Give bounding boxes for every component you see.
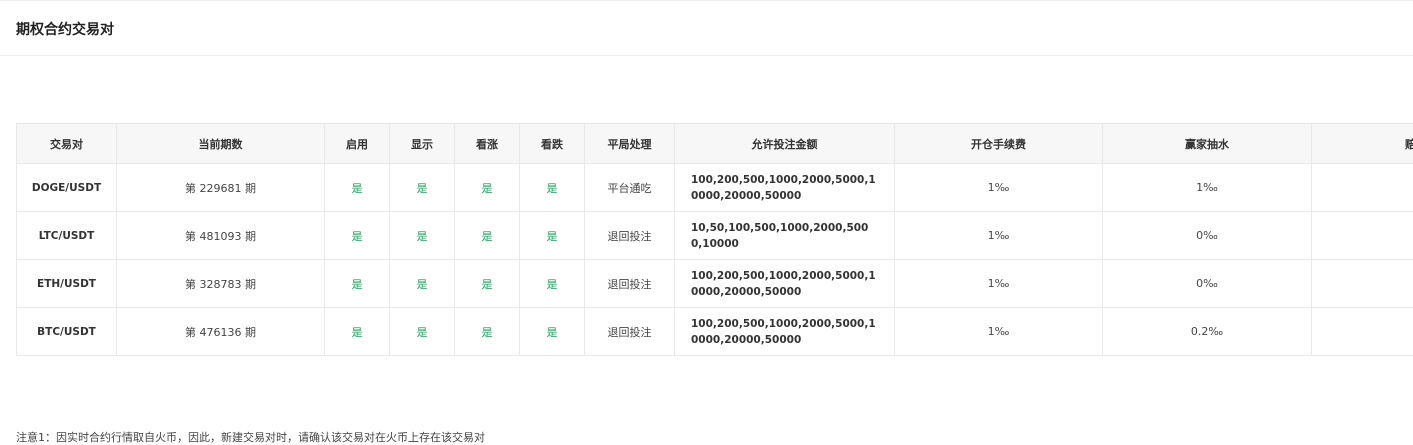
- cell-put: 是: [519, 307, 585, 356]
- cell-open-fee: 1‰: [894, 211, 1103, 260]
- cell-enabled: 是: [324, 211, 390, 260]
- cell-call: 是: [454, 211, 520, 260]
- col-header-pair: 交易对: [16, 123, 117, 164]
- cell-enabled: 是: [324, 163, 390, 212]
- table-row: LTC/USDT 第 481093 期 是 是 是 是 退回投注 10,50,1…: [16, 211, 1413, 260]
- trading-pairs-table: 交易对 当前期数 启用 显示 看涨 看跌 平局处理 允许投注金额 开仓手续费 赢…: [16, 123, 1413, 356]
- col-header-open-fee: 开仓手续费: [894, 123, 1103, 164]
- cell-call: 是: [454, 307, 520, 356]
- cell-pair: BTC/USDT: [16, 307, 117, 356]
- cell-draw: 退回投注: [584, 307, 675, 356]
- cell-pair: LTC/USDT: [16, 211, 117, 260]
- cell-extra: [1311, 307, 1413, 356]
- cell-open-fee: 1‰: [894, 259, 1103, 308]
- cell-draw: 退回投注: [584, 211, 675, 260]
- footnote: 注意1：因实时合约行情取自火币，因此，新建交易对时，请确认该交易对在火币上存在该…: [16, 431, 485, 444]
- cell-call: 是: [454, 163, 520, 212]
- cell-put: 是: [519, 211, 585, 260]
- cell-extra: [1311, 163, 1413, 212]
- col-header-enabled: 启用: [324, 123, 390, 164]
- cell-pair: ETH/USDT: [16, 259, 117, 308]
- cell-put: 是: [519, 163, 585, 212]
- cell-extra: [1311, 211, 1413, 260]
- cell-extra: [1311, 259, 1413, 308]
- page-title: 期权合约交易对: [16, 22, 114, 38]
- cell-enabled: 是: [324, 307, 390, 356]
- cell-open-fee: 1‰: [894, 163, 1103, 212]
- cell-visible: 是: [389, 211, 455, 260]
- cell-period: 第 481093 期: [116, 211, 325, 260]
- cell-draw: 退回投注: [584, 259, 675, 308]
- cell-winner-fee: 0‰: [1102, 259, 1312, 308]
- cell-open-fee: 1‰: [894, 307, 1103, 356]
- cell-amounts: 10,50,100,500,1000,2000,5000,10000: [674, 211, 895, 260]
- col-header-amounts: 允许投注金额: [674, 123, 895, 164]
- cell-winner-fee: 0‰: [1102, 211, 1312, 260]
- cell-visible: 是: [389, 307, 455, 356]
- cell-draw: 平台通吃: [584, 163, 675, 212]
- table-row: ETH/USDT 第 328783 期 是 是 是 是 退回投注 100,200…: [16, 259, 1413, 308]
- trading-pairs-table-container: 交易对 当前期数 启用 显示 看涨 看跌 平局处理 允许投注金额 开仓手续费 赢…: [16, 123, 1413, 356]
- cell-winner-fee: 0.2‰: [1102, 307, 1312, 356]
- page-header: 期权合约交易对: [0, 0, 1413, 56]
- cell-period: 第 328783 期: [116, 259, 325, 308]
- col-header-visible: 显示: [389, 123, 455, 164]
- table-header-row: 交易对 当前期数 启用 显示 看涨 看跌 平局处理 允许投注金额 开仓手续费 赢…: [16, 123, 1413, 164]
- cell-enabled: 是: [324, 259, 390, 308]
- cell-call: 是: [454, 259, 520, 308]
- cell-pair: DOGE/USDT: [16, 163, 117, 212]
- col-header-extra: 赔: [1311, 123, 1413, 164]
- cell-period: 第 229681 期: [116, 163, 325, 212]
- table-row: DOGE/USDT 第 229681 期 是 是 是 是 平台通吃 100,20…: [16, 163, 1413, 212]
- cell-put: 是: [519, 259, 585, 308]
- cell-amounts: 100,200,500,1000,2000,5000,10000,20000,5…: [674, 259, 895, 308]
- cell-visible: 是: [389, 259, 455, 308]
- table-row: BTC/USDT 第 476136 期 是 是 是 是 退回投注 100,200…: [16, 307, 1413, 356]
- cell-amounts: 100,200,500,1000,2000,5000,10000,20000,5…: [674, 163, 895, 212]
- col-header-winner-fee: 赢家抽水: [1102, 123, 1312, 164]
- cell-winner-fee: 1‰: [1102, 163, 1312, 212]
- cell-amounts: 100,200,500,1000,2000,5000,10000,20000,5…: [674, 307, 895, 356]
- col-header-call: 看涨: [454, 123, 520, 164]
- cell-visible: 是: [389, 163, 455, 212]
- col-header-period: 当前期数: [116, 123, 325, 164]
- col-header-put: 看跌: [519, 123, 585, 164]
- cell-period: 第 476136 期: [116, 307, 325, 356]
- col-header-draw: 平局处理: [584, 123, 675, 164]
